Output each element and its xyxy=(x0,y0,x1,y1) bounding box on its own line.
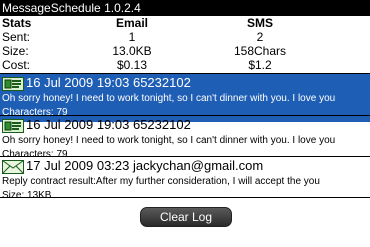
sms-icon xyxy=(2,119,24,133)
stats-sms-size: 158Chars xyxy=(233,44,287,58)
sms-icon xyxy=(2,77,24,91)
stats-header-email: Email xyxy=(115,16,148,30)
message-header: 16 Jul 2009 19:03 65232102 xyxy=(26,117,191,132)
stats-email-size: 13.0KB xyxy=(112,44,152,58)
message-divider xyxy=(0,197,370,198)
message-preview: Oh sorry honey! I need to work tonight, … xyxy=(2,93,336,104)
message-header: 16 Jul 2009 19:03 65232102 xyxy=(26,75,191,90)
stats-sms-sent: 2 xyxy=(256,30,264,44)
message-header: 17 Jul 2009 03:23 jackychan@gmail.com xyxy=(26,158,264,173)
stats-header-label: Stats xyxy=(2,16,32,30)
message-preview: Oh sorry honey! I need to work tonight, … xyxy=(2,135,336,146)
message-preview: Reply contract result:After my further c… xyxy=(2,176,320,187)
message-meta: Size: 13KB xyxy=(2,190,52,201)
stats-row-label: Cost: xyxy=(2,58,31,72)
stats-table: Stats Email SMS Sent: 1 2 Size: 13.0KB 1… xyxy=(0,16,370,72)
stats-row-sent: Sent: 1 2 xyxy=(0,30,370,44)
stats-email-sent: 1 xyxy=(128,30,136,44)
app-title: MessageSchedule 1.0.2.4 xyxy=(2,1,141,15)
stats-row-label: Size: xyxy=(2,44,29,58)
stats-sms-cost: $1.2 xyxy=(248,58,272,72)
email-envelope-icon xyxy=(2,160,24,174)
stats-row-label: Sent: xyxy=(2,30,31,44)
stats-header-row: Stats Email SMS xyxy=(0,16,370,30)
clear-log-button[interactable]: Clear Log xyxy=(140,207,232,227)
stats-header-sms: SMS xyxy=(246,16,273,30)
stats-email-cost: $0.13 xyxy=(116,58,148,72)
stats-row-size: Size: 13.0KB 158Chars xyxy=(0,44,370,58)
stats-row-cost: Cost: $0.13 $1.2 xyxy=(0,58,370,72)
app-title-bar: MessageSchedule 1.0.2.4 xyxy=(0,0,370,16)
